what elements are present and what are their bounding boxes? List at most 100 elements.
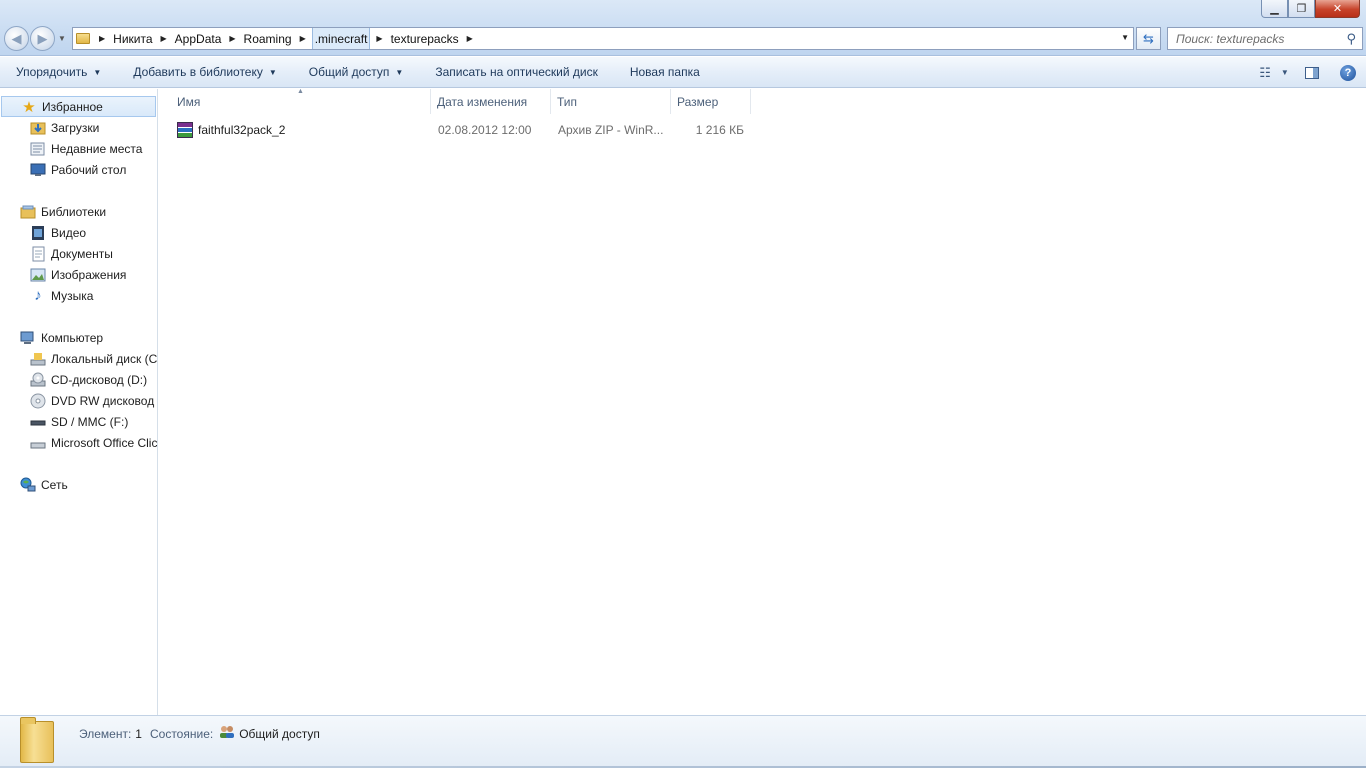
items-count: 1 [135,726,142,741]
breadcrumb-separator[interactable]: ▶ [461,28,479,49]
breadcrumb-separator[interactable]: ▶ [93,28,111,49]
breadcrumb-separator[interactable]: ▶ [223,28,241,49]
breadcrumb-texturepacks[interactable]: texturepacks [389,28,461,49]
sidebar-item-drive-d[interactable]: CD-дисковод (D:) [0,369,157,390]
sidebar-item-label: Компьютер [41,330,104,345]
view-list-icon: ☷ [1259,64,1271,80]
organize-button[interactable]: Упорядочить ▼ [0,57,117,88]
sidebar-item-label: SD / MMC (F:) [51,414,129,429]
cd-drive-icon [30,372,46,388]
sidebar-item-office-drive[interactable]: Microsoft Office Clic [0,432,157,453]
sidebar-item-drive-f[interactable]: SD / MMC (F:) [0,411,157,432]
search-input[interactable] [1176,31,1336,46]
sidebar-item-desktop[interactable]: Рабочий стол [0,159,157,180]
search-box[interactable]: ⚲ [1167,27,1363,50]
column-header-label: Размер [677,94,719,109]
breadcrumb-roaming[interactable]: Roaming [242,28,294,49]
favorites-group: ★ Избранное Загрузки Недавние места Рабо… [0,96,157,180]
items-label: Элемент: [79,726,132,741]
desktop-icon [30,162,46,178]
computer-icon [20,330,36,346]
share-button[interactable]: Общий доступ ▼ [293,57,420,88]
sidebar-item-pictures[interactable]: Изображения [0,264,157,285]
back-button[interactable]: ◀ [4,26,29,51]
burn-button[interactable]: Записать на оптический диск [419,57,614,88]
new-folder-button[interactable]: Новая папка [614,57,716,88]
breadcrumb-separator[interactable]: ▶ [370,28,388,49]
change-view-button[interactable]: ☷ ▼ [1254,65,1294,81]
minimize-button[interactable]: ▁ [1261,0,1288,18]
recent-pages-dropdown[interactable]: ▼ [58,34,66,43]
libraries-group: Библиотеки Видео Документы Изображения ♪… [0,201,157,306]
sidebar-item-documents[interactable]: Документы [0,243,157,264]
sidebar-item-network[interactable]: Сеть [0,474,157,495]
help-button[interactable]: ? [1330,64,1366,81]
column-header-name[interactable]: Имя ▲ [159,88,431,114]
sidebar-item-label: Изображения [51,267,127,282]
file-list: Имя ▲ Дата изменения Тип Размер faithful… [159,88,1366,715]
column-header-type[interactable]: Тип [551,89,671,114]
column-header-label: Имя [177,94,201,109]
sidebar-item-music[interactable]: ♪ Музыка [0,285,157,306]
sidebar-item-label: Локальный диск (C [51,351,158,366]
arrow-right-icon: ▶ [37,30,48,46]
breadcrumb-separator[interactable]: ▶ [155,28,173,49]
details-pane: Элемент: 1 Состояние: Общий доступ [0,715,1366,768]
add-to-library-button[interactable]: Добавить в библиотеку ▼ [117,57,292,88]
sidebar-item-label: Избранное [42,99,103,114]
network-icon [20,477,36,493]
breadcrumb-separator[interactable]: ▶ [294,28,312,49]
sidebar-item-favorites[interactable]: ★ Избранное [1,96,156,117]
address-bar[interactable]: ▶ Никита ▶ AppData ▶ Roaming ▶ .minecraf… [72,27,1134,50]
virtual-drive-icon [30,435,46,451]
breadcrumb-minecraft[interactable]: .minecraft [311,28,371,49]
chevron-down-icon: ▼ [395,67,404,77]
sidebar-item-label: Рабочий стол [51,162,127,177]
sidebar-item-label: DVD RW дисковод ( [51,393,158,408]
sidebar-item-label: Сеть [41,477,68,492]
search-icon[interactable]: ⚲ [1346,31,1356,47]
sidebar-item-label: Музыка [51,288,94,303]
file-type: Архив ZIP - WinR... [558,123,664,137]
maximize-button[interactable]: ❐ [1288,0,1315,18]
help-icon: ? [1340,64,1356,81]
sidebar-item-downloads[interactable]: Загрузки [0,117,157,138]
chevron-down-icon: ▼ [93,67,102,77]
preview-pane-button[interactable] [1294,66,1330,79]
libraries-icon [20,204,36,220]
window-controls: ▁ ❐ ✕ [1261,0,1360,18]
column-header-date[interactable]: Дата изменения [431,89,551,114]
sidebar-item-libraries[interactable]: Библиотеки [0,201,157,222]
file-row[interactable]: faithful32pack_2 02.08.2012 12:00 Архив … [159,119,751,141]
refresh-button[interactable]: ⇆ [1136,27,1161,50]
sidebar-item-label: CD-дисковод (D:) [51,372,148,387]
chevron-down-icon: ▼ [1280,68,1289,77]
computer-group: Компьютер Локальный диск (C CD-дисковод … [0,327,157,453]
sidebar-item-computer[interactable]: Компьютер [0,327,157,348]
breadcrumb-appdata[interactable]: AppData [173,28,224,49]
column-header-size[interactable]: Размер [671,89,751,114]
column-header-label: Дата изменения [437,94,528,109]
sidebar-item-label: Документы [51,246,113,261]
address-history-dropdown[interactable]: ▼ [1121,33,1129,42]
sidebar-item-recent-places[interactable]: Недавние места [0,138,157,159]
close-button[interactable]: ✕ [1315,0,1360,18]
chevron-down-icon: ▼ [268,67,277,77]
file-name-cell[interactable]: faithful32pack_2 [159,122,431,138]
state-label: Состояние: [149,726,214,741]
column-header-label: Тип [557,94,578,109]
navigation-pane: ★ Избранное Загрузки Недавние места Рабо… [0,89,158,715]
sidebar-item-drive-e[interactable]: DVD RW дисковод ( [0,390,157,411]
title-bar: ▁ ❐ ✕ ◀ ▶ ▼ ▶ Никита ▶ AppData ▶ Roaming… [0,0,1366,56]
video-icon [30,225,46,241]
sidebar-item-drive-c[interactable]: Локальный диск (C [0,348,157,369]
folder-icon [20,717,54,763]
address-folder-icon [73,28,93,49]
breadcrumb-nikita[interactable]: Никита [111,28,154,49]
details-info: Элемент: 1 Состояние: Общий доступ [79,725,320,742]
sidebar-item-video[interactable]: Видео [0,222,157,243]
network-group: Сеть [0,474,157,495]
forward-button[interactable]: ▶ [30,26,55,51]
dvd-drive-icon [30,393,46,409]
recent-places-icon [30,141,46,157]
